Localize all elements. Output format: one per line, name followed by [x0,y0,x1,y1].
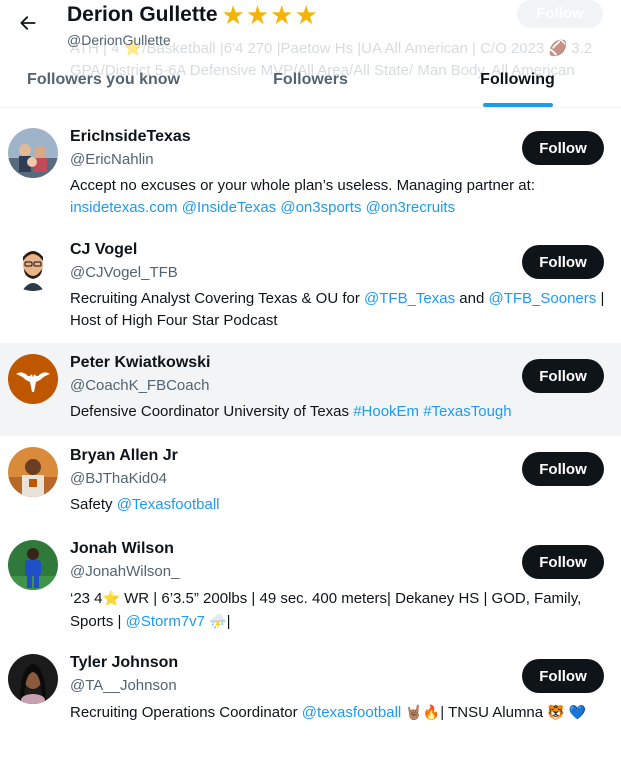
user-handle[interactable]: @CoachK_FBCoach [70,377,209,394]
user-handle[interactable]: @CJVogel_TFB [70,264,178,281]
list-item[interactable]: Peter Kwiatkowski @CoachK_FBCoach Defens… [0,343,621,436]
tab-followers-you-know[interactable]: Followers you know [0,62,207,107]
bio-text: | TNSU Alumna [440,704,548,721]
bio-text: Defensive Coordinator University of Texa… [70,403,354,420]
list-item[interactable]: CJ Vogel @CJVogel_TFB Recruiting Analyst… [0,228,621,343]
user-name[interactable]: Peter Kwiatkowski [70,354,211,372]
follow-button[interactable]: Follow [522,131,604,165]
user-bio: Recruiting Analyst Covering Texas & OU f… [70,288,610,332]
bio-link[interactable]: #HookEm [353,403,419,420]
avatar[interactable] [8,540,58,590]
tab-following[interactable]: Following [414,62,621,107]
following-list: EricInsideTexas @EricNahlin Accept no ex… [0,114,621,758]
bio-link[interactable]: insidetexas.com [70,199,178,216]
tab-label: Followers [273,71,348,88]
bio-emoji: 🤘🏽 [405,704,423,720]
avatar[interactable] [8,447,58,497]
bio-link[interactable]: @InsideTexas [182,199,276,216]
user-name[interactable]: EricInsideTexas [70,128,191,146]
list-item[interactable]: Bryan Allen Jr @BJThaKid04 Safety @Texas… [0,436,621,529]
bio-link[interactable]: @on3recruits [366,199,455,216]
bio-text: Accept no excuses or your whole plan’s u… [70,177,535,194]
follow-button[interactable]: Follow [522,359,604,393]
bio-link[interactable]: @Texasfootball [117,496,220,513]
profile-handle: @DerionGullette [67,32,171,48]
bio-link[interactable]: @texasfootball [302,704,401,721]
bio-text: Recruiting Analyst Covering Texas & OU f… [70,290,365,307]
list-item[interactable]: EricInsideTexas @EricNahlin Accept no ex… [0,114,621,228]
bio-link[interactable]: @TFB_Sooners [489,290,597,307]
divider [0,107,621,108]
bio-text: ‘23 4 [70,590,103,607]
user-name[interactable]: Bryan Allen Jr [70,447,178,465]
profile-header: Derion Gullette ★★★★ @DerionGullette Fol… [0,0,621,108]
back-button[interactable] [8,8,48,38]
avatar[interactable] [8,654,58,704]
bio-link[interactable]: @on3sports [280,199,361,216]
bio-text: and [455,290,489,307]
follow-button[interactable]: Follow [522,659,604,693]
bio-text: | [226,613,231,630]
profile-name: Derion Gullette [67,3,218,26]
bio-emoji: ⛈️ [209,613,227,629]
star-icon: ★★★★ [221,0,319,30]
user-bio: Accept no excuses or your whole plan’s u… [70,175,610,219]
follow-button[interactable]: Follow [522,245,604,279]
bio-link[interactable]: #TexasTough [423,403,511,420]
bio-emoji: 🐯 [547,704,565,720]
tab-bar: Followers you know Followers Following [0,62,621,107]
bio-link[interactable]: @Storm7v7 [126,613,205,630]
tab-label: Following [480,71,555,88]
user-bio: Recruiting Operations Coordinator @texas… [70,701,610,724]
user-bio: Defensive Coordinator University of Texa… [70,401,610,423]
bio-emoji: 🔥 [422,704,441,720]
user-handle[interactable]: @EricNahlin [70,151,154,168]
user-name[interactable]: Tyler Johnson [70,654,178,672]
user-handle[interactable]: @BJThaKid04 [70,470,167,487]
bio-link[interactable]: @TFB_Texas [364,290,455,307]
arrow-left-icon [20,16,36,30]
bio-emoji: 💙 [568,704,587,720]
avatar[interactable] [8,241,58,291]
follow-button[interactable]: Follow [522,545,604,579]
avatar[interactable] [8,128,58,178]
user-bio: Safety @Texasfootball [70,494,610,516]
avatar[interactable] [8,354,58,404]
tab-label: Followers you know [27,71,180,88]
user-handle[interactable]: @JonahWilson_ [70,563,179,580]
list-item[interactable]: Jonah Wilson @JonahWilson_ ‘23 4⭐ WR | 6… [0,529,621,643]
list-item[interactable]: Tyler Johnson @TA__Johnson Recruiting Op… [0,643,621,758]
follow-button[interactable]: Follow [522,452,604,486]
bio-text: Recruiting Operations Coordinator [70,704,302,721]
bio-text: Safety [70,496,117,513]
user-bio: ‘23 4⭐ WR | 6’3.5” 200lbs | 49 sec. 400 … [70,587,610,633]
user-handle[interactable]: @TA__Johnson [70,677,177,694]
user-name[interactable]: CJ Vogel [70,241,137,259]
tab-followers[interactable]: Followers [207,62,414,107]
user-name[interactable]: Jonah Wilson [70,540,174,558]
page-title: Derion Gullette ★★★★ [67,0,319,30]
bio-emoji: ⭐ [102,590,120,606]
